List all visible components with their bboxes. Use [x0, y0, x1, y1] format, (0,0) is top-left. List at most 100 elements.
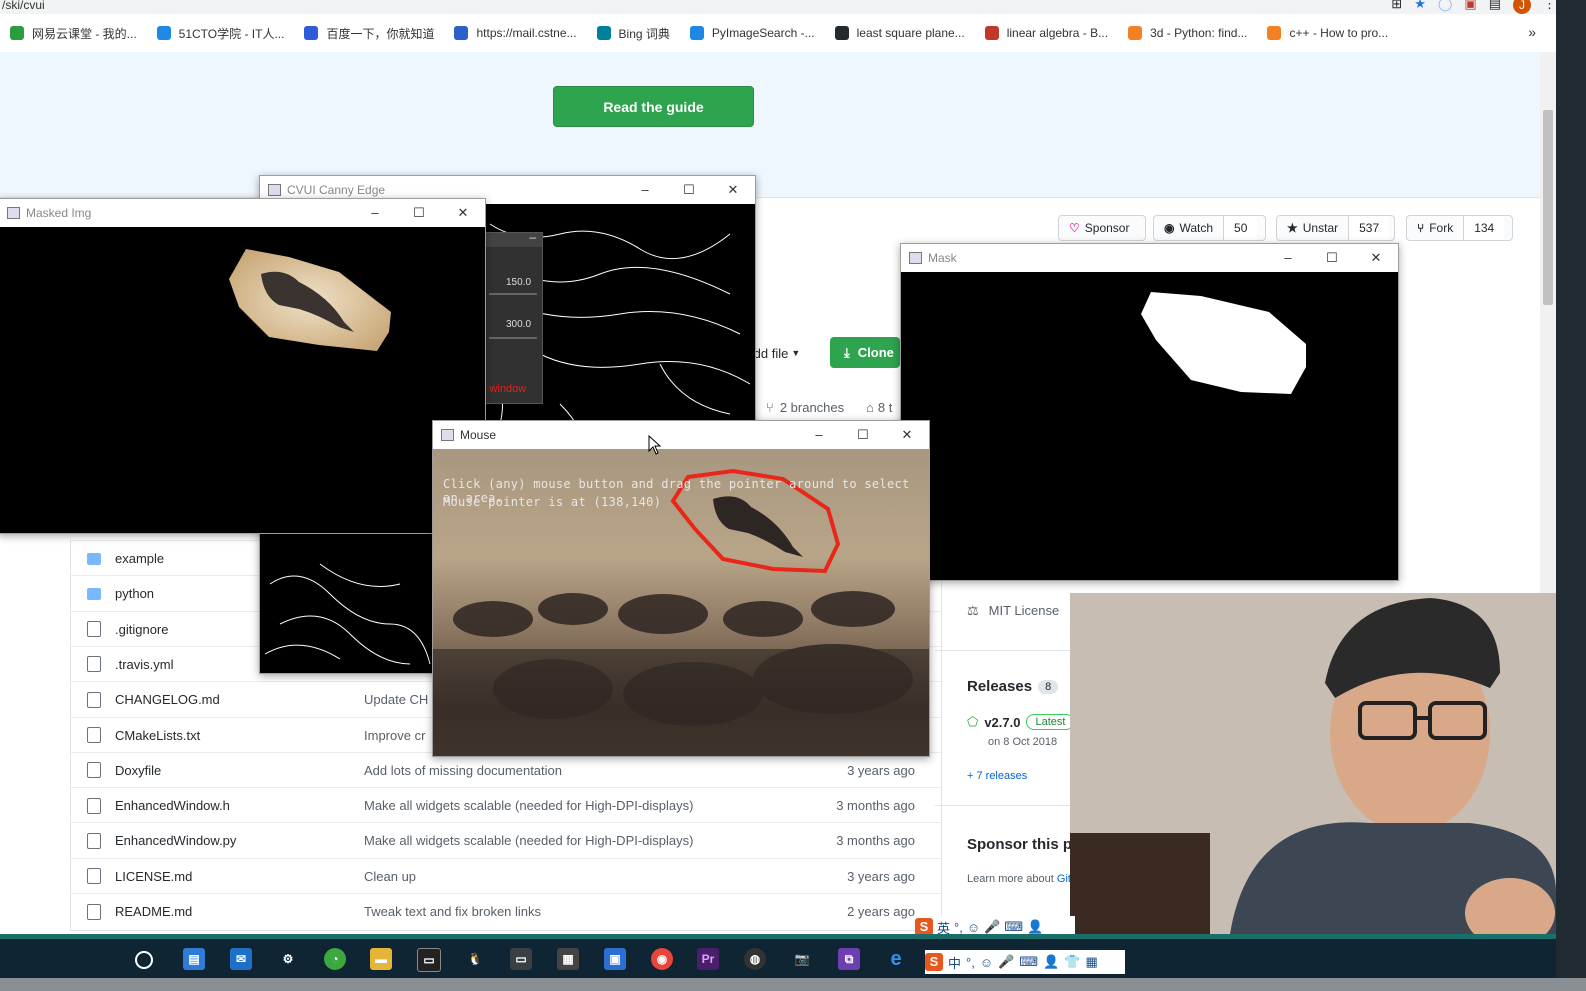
masked-img-window[interactable]: Masked Img – ☐ ✕ [0, 198, 486, 534]
maximize-icon[interactable]: ☐ [667, 176, 711, 204]
skin-icon[interactable]: 👕 [1064, 954, 1080, 970]
file-name[interactable]: CMakeLists.txt [115, 728, 200, 743]
bookmark-item[interactable]: Bing 词典 [587, 25, 680, 42]
minimize-icon[interactable]: – [1266, 244, 1310, 272]
emoji-icon[interactable]: ☺ [967, 920, 980, 935]
sogou-icon[interactable]: S [925, 953, 943, 971]
user-icon[interactable]: 👤 [1043, 954, 1059, 970]
bookmark-item[interactable]: least square plane... [825, 26, 975, 40]
mask-window[interactable]: Mask – ☐ ✕ [900, 243, 1399, 581]
bookmark-star-icon[interactable]: ★ [1414, 0, 1426, 12]
wechat-icon[interactable]: ◔ [324, 948, 346, 970]
file-name[interactable]: Doxyfile [115, 763, 161, 778]
toolbox-icon[interactable]: ▦ [1085, 954, 1097, 970]
keyboard-icon[interactable]: ⌨ [1019, 954, 1038, 970]
chrome-icon[interactable]: ◉ [651, 948, 673, 970]
learn-more-link[interactable]: Git [1057, 873, 1071, 885]
premiere-icon[interactable]: Pr [697, 948, 719, 970]
user-icon[interactable]: 👤 [1027, 919, 1043, 935]
bookmark-item[interactable]: PyImageSearch -... [680, 26, 825, 40]
file-row[interactable]: EnhancedWindow.h Make all widgets scalabl… [71, 787, 941, 823]
minimize-icon[interactable]: – [353, 199, 397, 227]
commit-message[interactable]: Add lots of missing documentation [364, 763, 562, 778]
file-name[interactable]: README.md [115, 904, 192, 919]
mouse-window[interactable]: Mouse – ☐ ✕ Click (any) mouse button and… [432, 420, 930, 757]
minimize-icon[interactable]: – [797, 421, 841, 449]
extension-ring-icon[interactable]: ◯ [1438, 0, 1453, 12]
qq-icon[interactable]: 🐧 [464, 948, 486, 970]
branches-link[interactable]: ⑂ 2 branches [766, 400, 844, 415]
fork-count[interactable]: 134 [1463, 216, 1505, 240]
close-icon[interactable]: ✕ [1354, 244, 1398, 272]
bookmarks-overflow-icon[interactable]: » [1528, 24, 1536, 40]
commit-message[interactable]: Clean up [364, 869, 416, 884]
releases-heading[interactable]: Releases 8 [967, 678, 1059, 695]
commit-message[interactable]: Improve cr [364, 728, 425, 743]
file-name[interactable]: .gitignore [115, 622, 168, 637]
bookmark-item[interactable]: https://mail.cstne... [444, 26, 586, 40]
address-bar[interactable]: /ski/cvui [0, 0, 1556, 14]
close-icon[interactable]: ✕ [441, 199, 485, 227]
unstar-button[interactable]: ★ Unstar 537 [1276, 215, 1395, 241]
watch-count[interactable]: 50 [1223, 216, 1258, 240]
ime-toolbar-2[interactable]: S 中 °, ☺ 🎤 ⌨ 👤 👕 ▦ [925, 950, 1125, 974]
wildebeest-photo[interactable]: Click (any) mouse button and drag the po… [433, 449, 929, 756]
file-row[interactable]: EnhancedWindow.py Make all widgets scalab… [71, 822, 941, 858]
file-name[interactable]: example [115, 551, 164, 566]
emoji-icon[interactable]: ☺ [980, 955, 993, 970]
file-name[interactable]: EnhancedWindow.py [115, 833, 236, 848]
more-releases-link[interactable]: + 7 releases [967, 770, 1027, 782]
obs-icon[interactable]: ◍ [744, 948, 766, 970]
scrollbar-thumb[interactable] [1543, 110, 1553, 305]
mail-icon[interactable]: ✉ [230, 948, 252, 970]
bookmark-item[interactable]: linear algebra - B... [975, 26, 1118, 40]
extension-box-icon[interactable]: ▣ [1464, 0, 1476, 12]
commit-message[interactable]: Tweak text and fix broken links [364, 904, 541, 919]
file-name[interactable]: CHANGELOG.md [115, 692, 220, 707]
calculator-icon[interactable]: ▦ [557, 948, 579, 970]
close-icon[interactable]: ✕ [885, 421, 929, 449]
edge-icon[interactable]: e [885, 948, 907, 970]
microphone-icon[interactable]: 🎤 [998, 954, 1014, 970]
menu-kebab-icon[interactable]: ⋮ [1543, 0, 1556, 12]
file-explorer-icon[interactable]: ▬ [370, 948, 392, 970]
collapse-icon[interactable]: – [529, 230, 536, 244]
file-name[interactable]: .travis.yml [115, 657, 174, 672]
maximize-icon[interactable]: ☐ [841, 421, 885, 449]
sponsor-button[interactable]: ♡ Sponsor [1058, 215, 1146, 241]
microphone-icon[interactable]: 🎤 [984, 919, 1000, 935]
punctuation-icon[interactable]: °, [966, 955, 975, 970]
punctuation-icon[interactable]: °, [954, 920, 963, 935]
maximize-icon[interactable]: ☐ [397, 199, 441, 227]
add-file-button[interactable]: Add file ▼ [745, 338, 825, 368]
app-window-icon[interactable]: ▣ [604, 948, 626, 970]
zip-icon[interactable]: ▤ [1489, 0, 1501, 12]
latest-release[interactable]: ⬠ v2.7.0 Latest [967, 714, 1075, 730]
store-icon[interactable]: ▤ [183, 948, 205, 970]
tags-link[interactable]: ⌂ 8 t [866, 400, 892, 415]
fork-button[interactable]: ⑂ Fork 134 [1406, 215, 1513, 241]
file-row[interactable]: LICENSE.md Clean up 3 years ago [71, 857, 941, 894]
file-row[interactable]: Doxyfile Add lots of missing documentatio… [71, 751, 941, 788]
terminal-icon[interactable]: ▭ [417, 948, 441, 972]
maximize-icon[interactable]: ☐ [1310, 244, 1354, 272]
settings-gear-icon[interactable]: ⚙ [277, 948, 299, 970]
profile-avatar[interactable]: J [1513, 0, 1531, 14]
vmware-icon[interactable]: ▭ [510, 948, 532, 970]
file-name[interactable]: python [115, 586, 154, 601]
minimize-icon[interactable]: – [623, 176, 667, 204]
read-guide-button[interactable]: Read the guide [553, 86, 754, 127]
keyboard-icon[interactable]: ⌨ [1004, 919, 1023, 935]
camera-icon[interactable]: 📷 [791, 948, 813, 970]
clone-button[interactable]: ⤓ Clone [830, 337, 900, 368]
threshold2-slider[interactable] [489, 337, 537, 339]
ime-lang-zh[interactable]: 中 [948, 953, 961, 972]
bookmark-item[interactable]: 3d - Python: find... [1118, 26, 1257, 40]
commit-message[interactable]: Make all widgets scalable (needed for Hi… [364, 833, 693, 848]
translate-icon[interactable]: ⊞ [1391, 0, 1402, 12]
cortana-icon[interactable] [135, 951, 153, 969]
bookmark-item[interactable]: 网易云课堂 - 我的... [0, 25, 147, 42]
license-link[interactable]: ⚖ MIT License [967, 603, 1059, 619]
watch-button[interactable]: ◉ Watch 50 [1153, 215, 1266, 241]
visual-studio-icon[interactable]: ⧉ [838, 948, 860, 970]
